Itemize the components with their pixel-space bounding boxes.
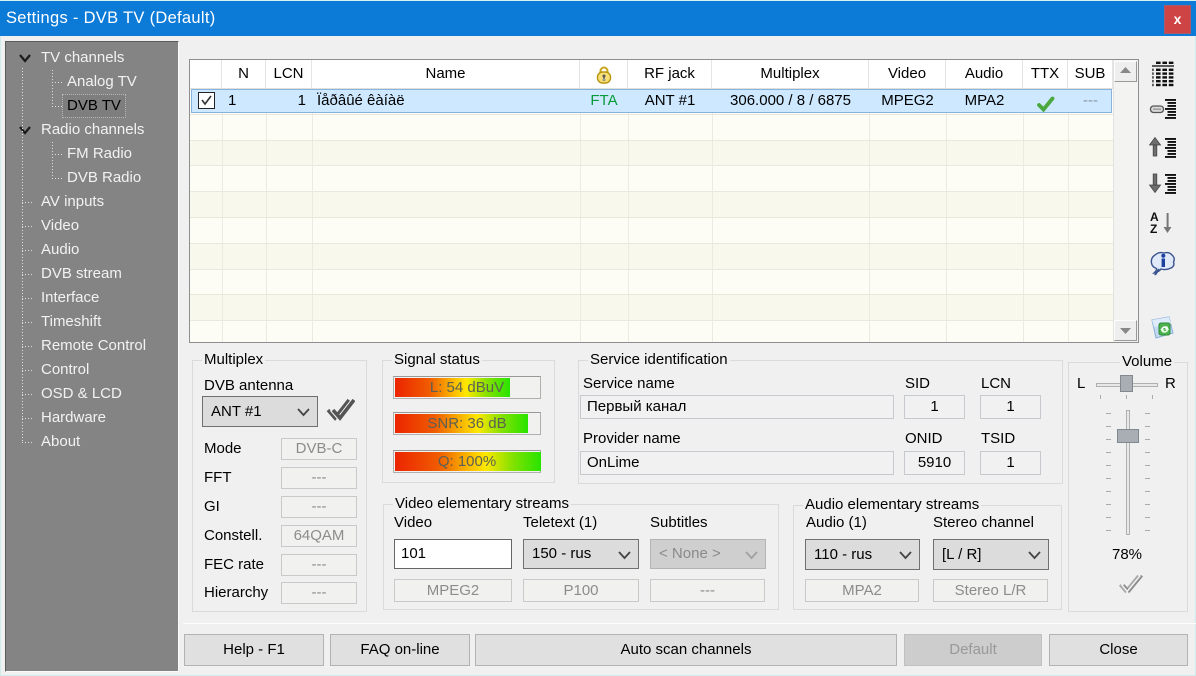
svg-text:Z: Z (1150, 222, 1157, 236)
